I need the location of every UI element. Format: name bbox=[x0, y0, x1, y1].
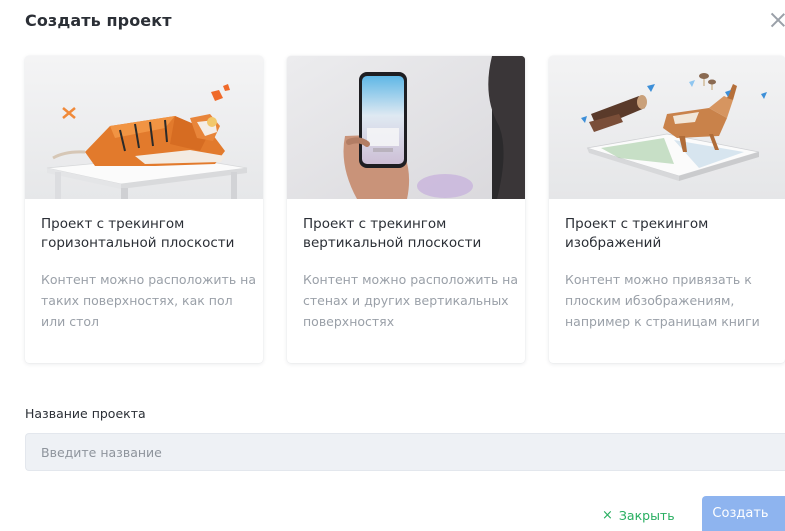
close-icon: × bbox=[602, 507, 613, 523]
hand-holding-phone-photo bbox=[287, 56, 525, 199]
card-description: Контент можно расположить на таких повер… bbox=[41, 272, 256, 329]
create-project-modal: Создать проект Проект с трекингом горизо… bbox=[0, 0, 785, 531]
deer-on-open-book-illustration bbox=[549, 56, 785, 199]
create-button[interactable]: Создать bbox=[702, 496, 785, 531]
close-button[interactable]: × Закрыть bbox=[602, 503, 675, 527]
card-vertical-tracking[interactable]: Проект с трекингом вертикальной плоскост… bbox=[287, 56, 525, 363]
card-title: Проект с трекингом горизонтальной плоско… bbox=[41, 216, 235, 251]
modal-title: Создать проект bbox=[25, 11, 172, 30]
card-title: Проект с трекингом изображений bbox=[565, 216, 709, 251]
create-button-label: Создать bbox=[712, 506, 769, 521]
card-description: Контент можно привязать к плоским ибзобр… bbox=[565, 272, 760, 329]
project-name-input[interactable] bbox=[25, 433, 785, 471]
close-button-label: Закрыть bbox=[618, 507, 675, 523]
project-name-label: Название проекта bbox=[25, 406, 146, 421]
tiger-on-table-illustration bbox=[25, 56, 263, 199]
card-horizontal-tracking[interactable]: Проект с трекингом горизонтальной плоско… bbox=[25, 56, 263, 363]
card-image-tracking[interactable]: Проект с трекингом изображений Контент м… bbox=[549, 56, 785, 363]
close-icon[interactable] bbox=[770, 12, 785, 28]
card-description: Контент можно расположить на стенах и др… bbox=[303, 272, 518, 329]
card-title: Проект с трекингом вертикальной плоскост… bbox=[303, 216, 482, 251]
